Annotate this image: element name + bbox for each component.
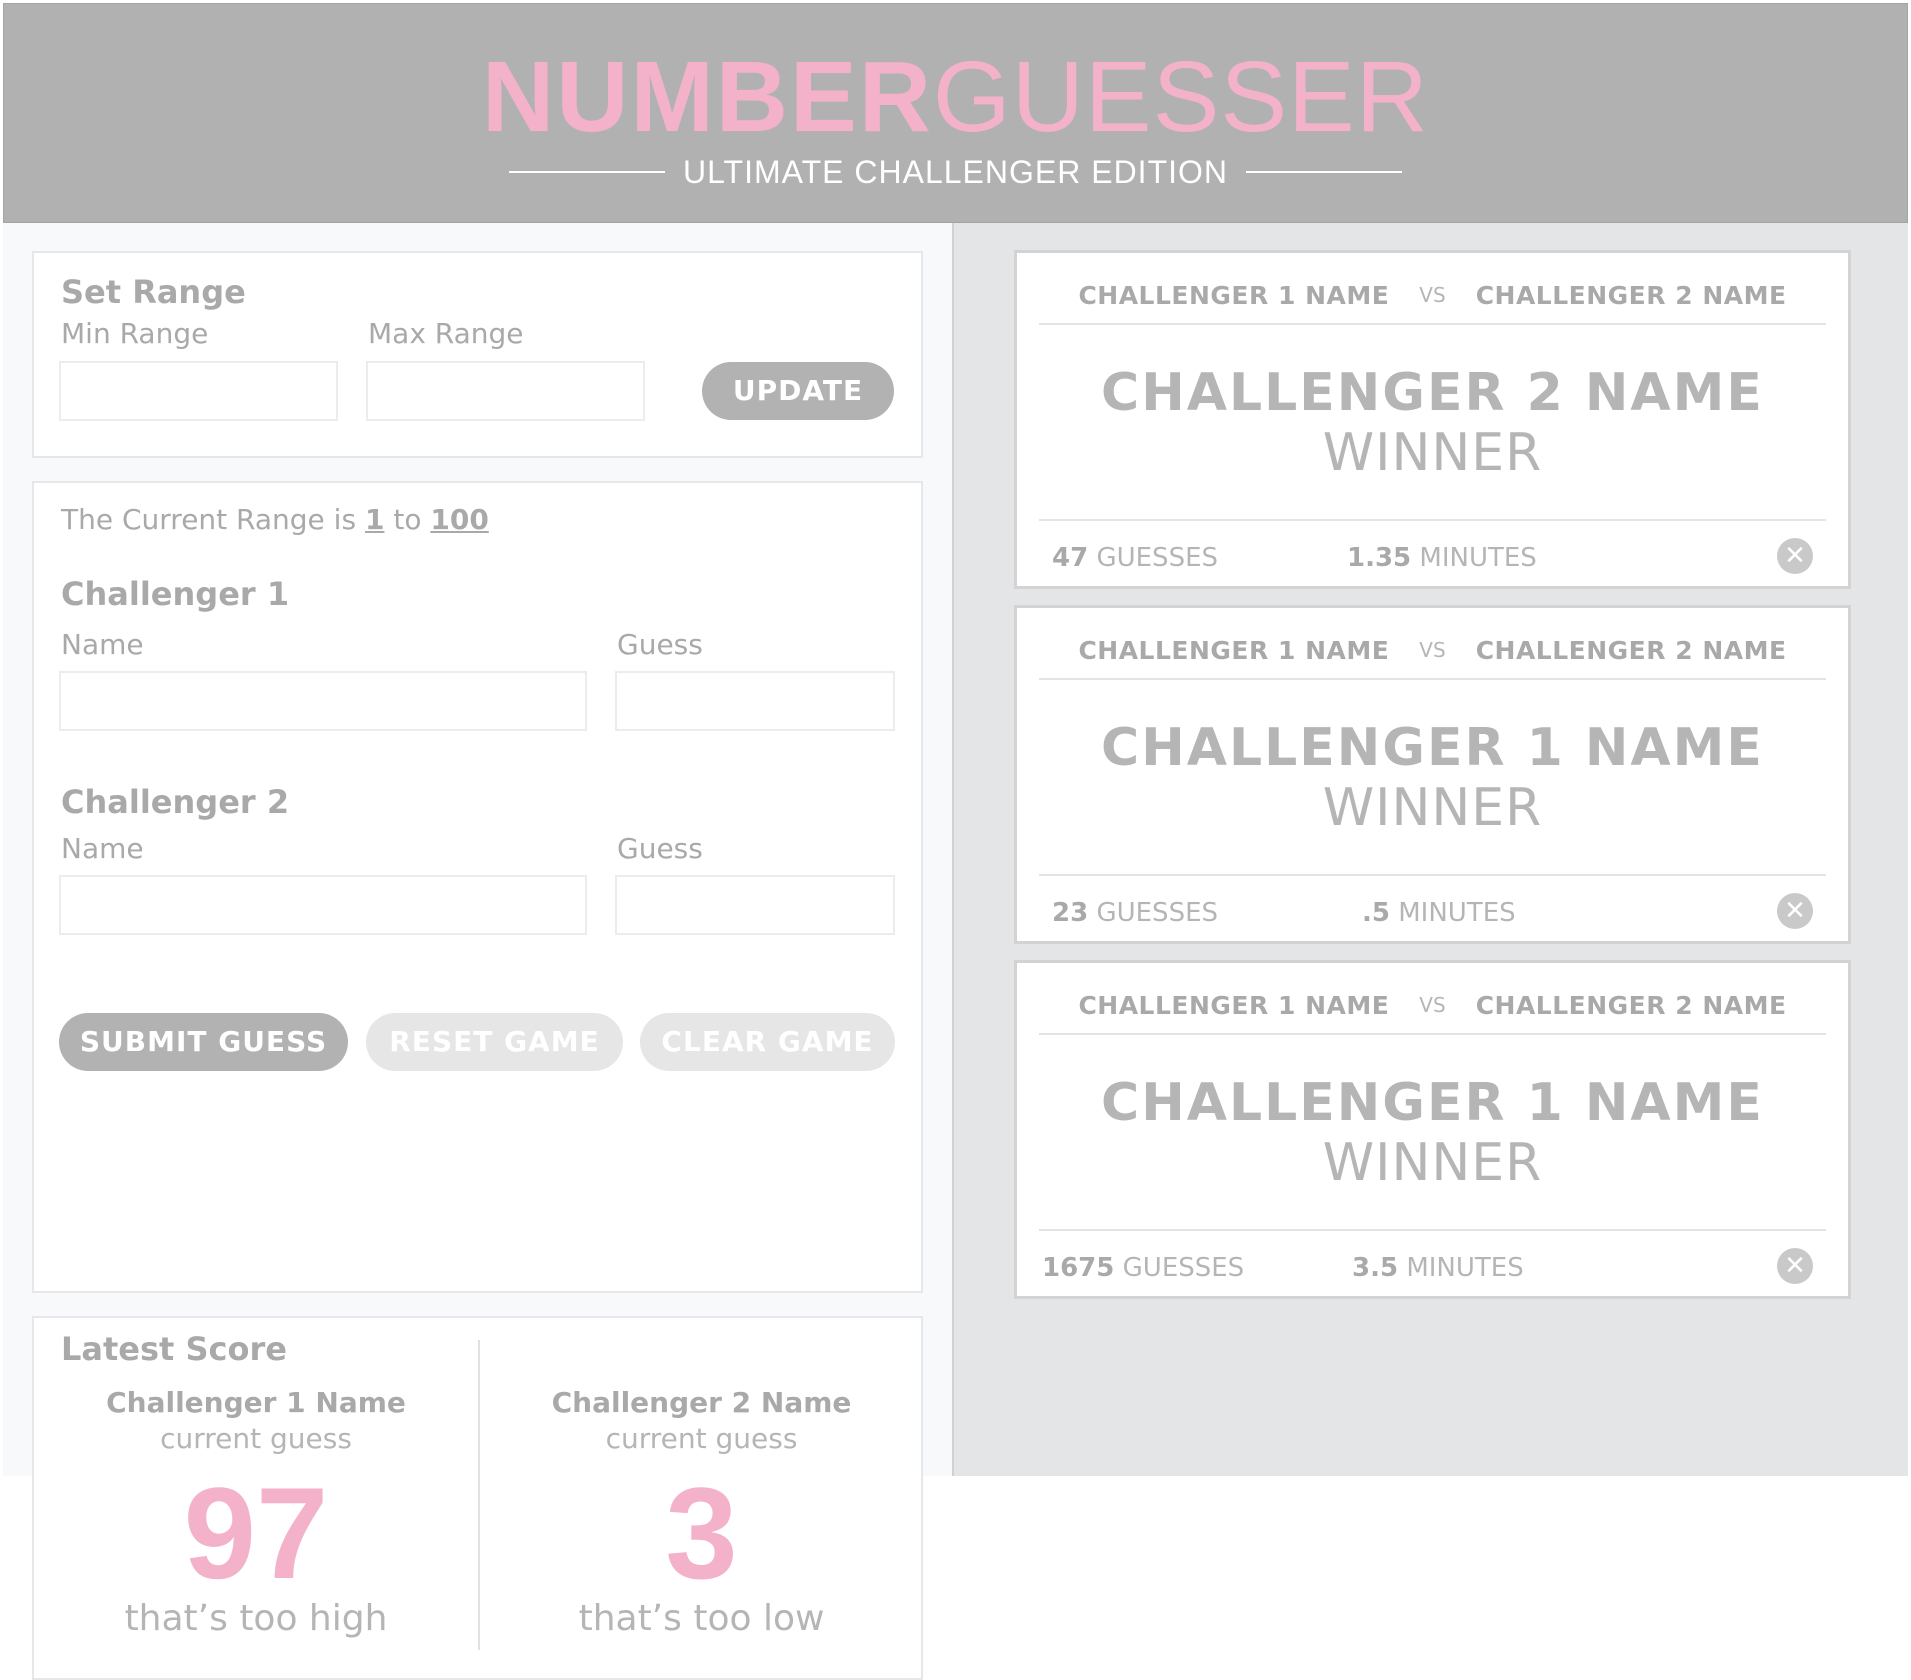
close-icon[interactable]: ✕ xyxy=(1777,1248,1813,1284)
card-divider-top xyxy=(1039,1033,1826,1035)
card-divider-bottom xyxy=(1039,1229,1826,1231)
challenger2-guess-label: Guess xyxy=(617,832,703,865)
challenger2-name-label: Name xyxy=(61,832,144,865)
range-max-value: 100 xyxy=(430,503,489,536)
card-minutes: .5 MINUTES xyxy=(1362,898,1516,928)
latest-score-panel: Latest Score Challenger 1 Name current g… xyxy=(32,1316,923,1680)
result-card: CHALLENGER 1 NAME VS CHALLENGER 2 NAME C… xyxy=(1014,605,1851,944)
card-winner-label: WINNER xyxy=(1322,1133,1543,1193)
card-winner-label: WINNER xyxy=(1322,778,1543,838)
range-prefix: The Current Range is xyxy=(61,503,357,536)
card-minutes: 1.35 MINUTES xyxy=(1347,543,1537,573)
min-range-input[interactable] xyxy=(59,361,338,421)
close-icon[interactable]: ✕ xyxy=(1777,893,1813,929)
card-guesses: 47 GUESSES xyxy=(1052,543,1218,573)
reset-game-button[interactable]: RESET GAME xyxy=(366,1013,623,1071)
game-panel: The Current Range is 1 to 100 Challenger… xyxy=(32,481,923,1293)
update-button[interactable]: UPDATE xyxy=(702,362,894,420)
score-left-sub: current guess xyxy=(160,1422,352,1455)
card-minutes: 3.5 MINUTES xyxy=(1352,1253,1524,1283)
card-challenger1-name: CHALLENGER 1 NAME xyxy=(1078,280,1390,310)
card-matchup: CHALLENGER 1 NAME VS CHALLENGER 2 NAME xyxy=(1017,275,1848,315)
app-header: NUMBERGUESSER ULTIMATE CHALLENGER EDITIO… xyxy=(3,3,1908,223)
card-vs: VS xyxy=(1419,638,1446,662)
results-column: CHALLENGER 1 NAME VS CHALLENGER 2 NAME C… xyxy=(954,223,1908,1476)
card-vs: VS xyxy=(1419,993,1446,1017)
left-column: Set Range Min Range Max Range UPDATE The… xyxy=(3,223,954,1680)
score-left-name: Challenger 1 Name xyxy=(106,1386,406,1419)
card-guesses: 23 GUESSES xyxy=(1052,898,1218,928)
title-bold: NUMBER xyxy=(482,41,933,153)
challenger1-name-input[interactable] xyxy=(59,671,587,731)
card-challenger2-name: CHALLENGER 2 NAME xyxy=(1475,635,1787,665)
result-card: CHALLENGER 1 NAME VS CHALLENGER 2 NAME C… xyxy=(1014,250,1851,589)
score-right-hint: that’s too low xyxy=(578,1598,825,1639)
current-range-text: The Current Range is 1 to 100 xyxy=(61,503,489,536)
card-winner-name: CHALLENGER 1 NAME xyxy=(1101,718,1764,778)
card-winner-name: CHALLENGER 2 NAME xyxy=(1101,363,1764,423)
card-divider-top xyxy=(1039,323,1826,325)
card-guesses-label: GUESSES xyxy=(1096,543,1218,573)
range-min-value: 1 xyxy=(364,503,385,536)
set-range-heading: Set Range xyxy=(61,273,246,311)
challenger2-name-input[interactable] xyxy=(59,875,587,935)
app-title: NUMBERGUESSER xyxy=(4,42,1907,152)
challenger2-guess-input[interactable] xyxy=(615,875,895,935)
clear-game-button[interactable]: CLEAR GAME xyxy=(640,1013,895,1071)
card-guesses: 1675 GUESSES xyxy=(1042,1253,1244,1283)
card-matchup: CHALLENGER 1 NAME VS CHALLENGER 2 NAME xyxy=(1017,985,1848,1025)
challenger2-heading: Challenger 2 xyxy=(61,783,290,821)
close-icon[interactable]: ✕ xyxy=(1777,538,1813,574)
card-minutes-label: MINUTES xyxy=(1406,1253,1524,1283)
card-vs: VS xyxy=(1419,283,1446,307)
card-guesses-label: GUESSES xyxy=(1122,1253,1245,1283)
app-subtitle: ULTIMATE CHALLENGER EDITION xyxy=(683,153,1228,190)
card-winner-name: CHALLENGER 1 NAME xyxy=(1101,1073,1764,1133)
subtitle-rule-right xyxy=(1246,171,1402,173)
card-guesses-count: 23 xyxy=(1052,898,1089,928)
card-minutes-value: 1.35 xyxy=(1347,543,1412,573)
card-divider-bottom xyxy=(1039,874,1826,876)
card-minutes-value: 3.5 xyxy=(1352,1253,1399,1283)
result-card: CHALLENGER 1 NAME VS CHALLENGER 2 NAME C… xyxy=(1014,960,1851,1299)
challenger1-guess-input[interactable] xyxy=(615,671,895,731)
card-winner-label: WINNER xyxy=(1322,423,1543,483)
min-range-label: Min Range xyxy=(61,317,209,350)
score-right-sub: current guess xyxy=(605,1422,798,1455)
card-challenger2-name: CHALLENGER 2 NAME xyxy=(1475,990,1787,1020)
card-guesses-count: 1675 xyxy=(1042,1253,1115,1283)
challenger1-heading: Challenger 1 xyxy=(61,575,290,613)
title-light: GUESSER xyxy=(932,41,1429,153)
card-minutes-label: MINUTES xyxy=(1398,898,1516,928)
score-left-hint: that’s too high xyxy=(124,1598,388,1639)
card-minutes-value: .5 xyxy=(1362,898,1390,928)
card-matchup: CHALLENGER 1 NAME VS CHALLENGER 2 NAME xyxy=(1017,630,1848,670)
score-left-number: 97 xyxy=(183,1460,329,1606)
max-range-input[interactable] xyxy=(366,361,645,421)
range-to: to xyxy=(393,503,422,536)
card-minutes-label: MINUTES xyxy=(1419,543,1537,573)
score-right-number: 3 xyxy=(665,1460,738,1606)
card-guesses-count: 47 xyxy=(1052,543,1089,573)
submit-guess-button[interactable]: SUBMIT GUESS xyxy=(59,1013,348,1071)
card-challenger1-name: CHALLENGER 1 NAME xyxy=(1078,635,1390,665)
score-right-name: Challenger 2 Name xyxy=(551,1386,852,1419)
subtitle-row: ULTIMATE CHALLENGER EDITION xyxy=(4,150,1907,194)
card-divider-bottom xyxy=(1039,519,1826,521)
card-challenger1-name: CHALLENGER 1 NAME xyxy=(1078,990,1390,1020)
subtitle-rule-left xyxy=(509,171,665,173)
set-range-panel: Set Range Min Range Max Range UPDATE xyxy=(32,251,923,458)
card-guesses-label: GUESSES xyxy=(1096,898,1218,928)
challenger1-guess-label: Guess xyxy=(617,628,703,661)
challenger1-name-label: Name xyxy=(61,628,144,661)
card-challenger2-name: CHALLENGER 2 NAME xyxy=(1475,280,1787,310)
max-range-label: Max Range xyxy=(368,317,524,350)
card-divider-top xyxy=(1039,678,1826,680)
latest-score-heading: Latest Score xyxy=(61,1330,287,1368)
